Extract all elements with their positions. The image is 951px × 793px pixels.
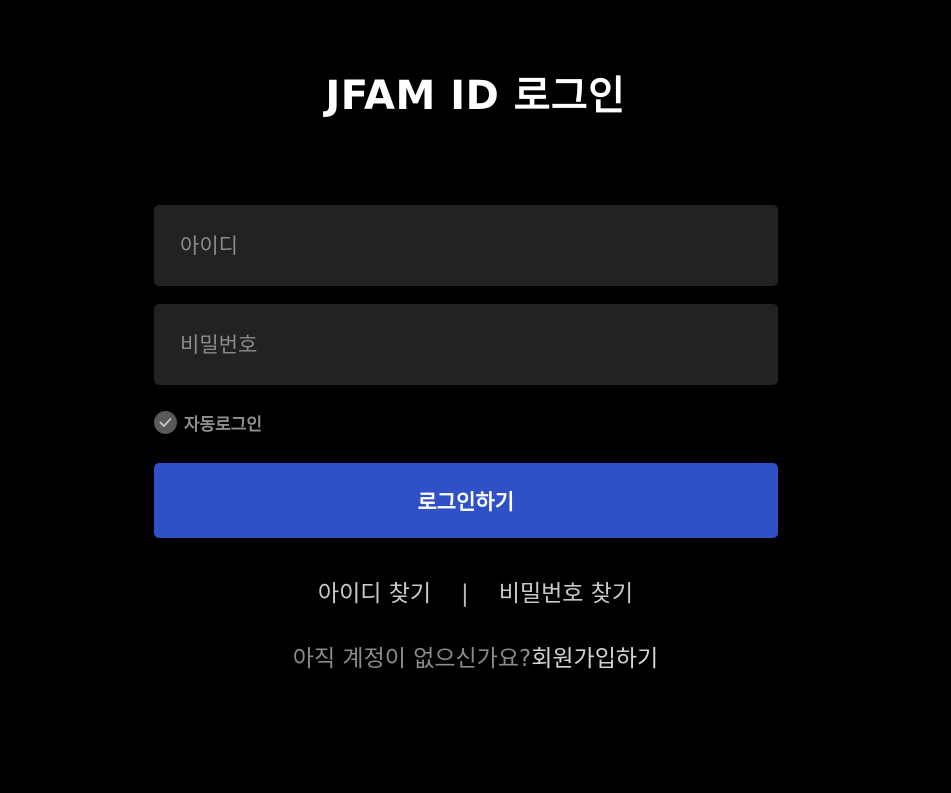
password-field-container[interactable] — [154, 303, 778, 386]
find-password-link[interactable]: 비밀번호 찾기 — [499, 576, 633, 612]
password-input[interactable] — [178, 303, 778, 386]
auto-login-label[interactable]: 자동로그인 — [184, 410, 262, 435]
check-icon[interactable] — [154, 410, 177, 434]
id-field-container[interactable] — [154, 204, 778, 287]
id-input[interactable] — [178, 204, 778, 287]
link-separator: | — [461, 581, 469, 607]
find-links: 아이디 찾기 | 비밀번호 찾기 — [0, 576, 951, 612]
login-button[interactable]: 로그인하기 — [154, 463, 778, 538]
signup-prompt: 아직 계정이 없으신가요? — [292, 646, 532, 672]
auto-login-checkbox[interactable]: 자동로그인 — [154, 409, 262, 435]
page-title: JFAM ID 로그인 — [325, 73, 626, 119]
find-id-link[interactable]: 아이디 찾기 — [318, 576, 431, 612]
login-page: JFAM ID 로그인 자동로그인 로그인하기 아이디 찾기 | 비밀번호 찾기… — [0, 0, 951, 793]
signup-link[interactable]: 회원가입하기 — [531, 646, 658, 672]
signup-line: 아직 계정이 없으신가요?회원가입하기 — [0, 641, 951, 677]
